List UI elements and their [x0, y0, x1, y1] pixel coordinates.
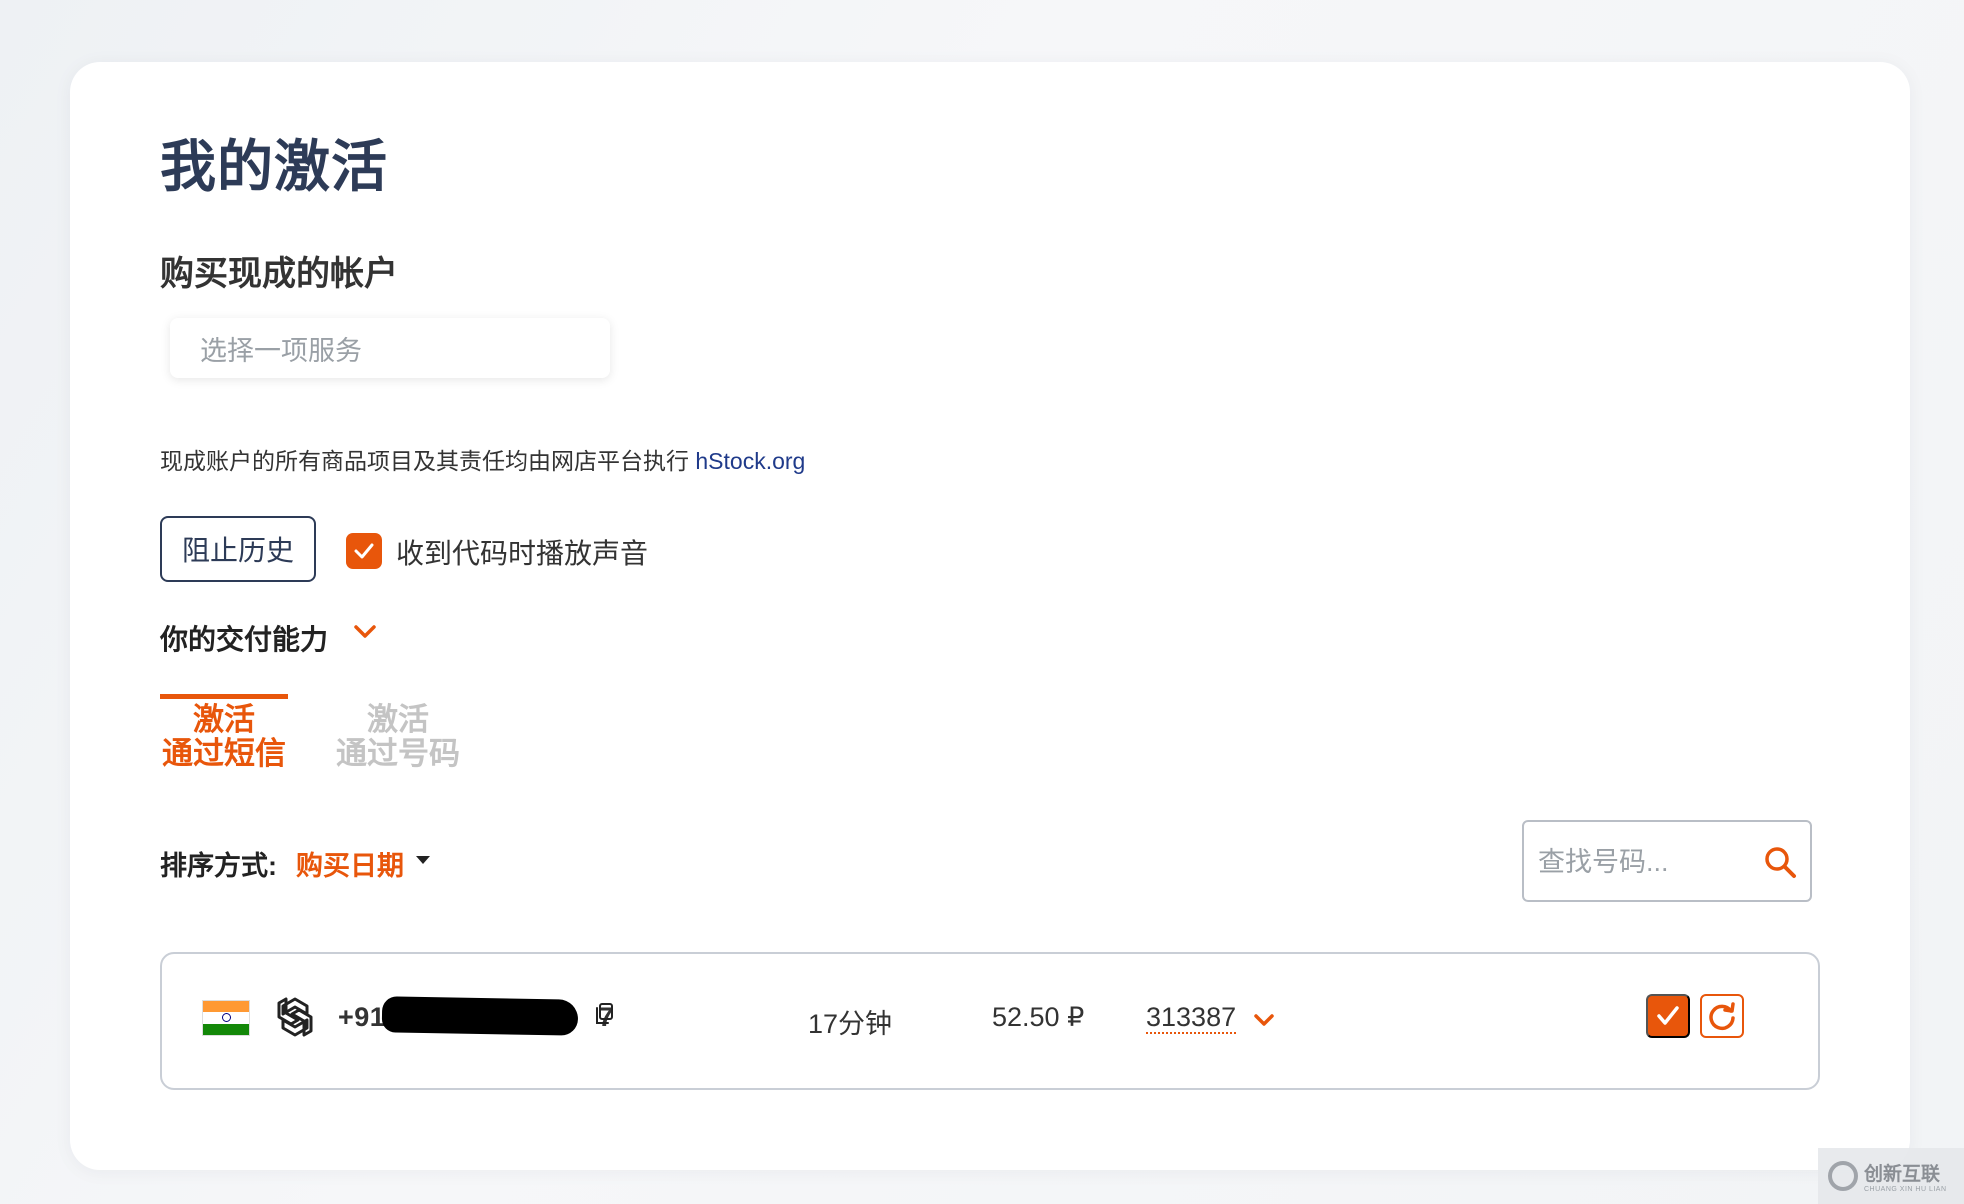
- caret-down-icon[interactable]: [416, 856, 430, 864]
- chevron-down-icon[interactable]: [350, 616, 380, 646]
- page-title: 我的激活: [160, 135, 388, 198]
- check-icon: [354, 543, 374, 559]
- refresh-icon: [1709, 1002, 1735, 1031]
- service-select-placeholder: 选择一项服务: [200, 335, 362, 366]
- service-select[interactable]: 选择一项服务: [170, 318, 610, 378]
- search-box: [1522, 820, 1812, 902]
- search-icon[interactable]: [1762, 844, 1798, 880]
- time-remaining: 17分钟: [808, 1009, 893, 1039]
- finish-activation-button[interactable]: [1646, 994, 1690, 1038]
- tab-label-line2: 通过号码: [336, 736, 460, 771]
- openai-logo-icon: [277, 997, 313, 1037]
- copy-icon[interactable]: [594, 1002, 614, 1026]
- watermark: 创新互联 CHUANG XIN HU LIAN: [1818, 1148, 1964, 1204]
- watermark-text: 创新互联: [1864, 1163, 1941, 1185]
- watermark-logo-icon: [1828, 1161, 1858, 1191]
- capacity-toggle-label[interactable]: 你的交付能力: [160, 618, 328, 658]
- tab-activation-by-number[interactable]: 激活 通过号码: [334, 703, 462, 771]
- chevron-down-icon[interactable]: [1252, 1008, 1276, 1032]
- tab-activation-by-sms[interactable]: 激活 通过短信: [160, 703, 288, 771]
- phone-redaction: [381, 996, 579, 1036]
- phone-prefix: +91: [338, 1002, 386, 1032]
- ready-accounts-title: 购买现成的帐户: [160, 255, 398, 293]
- tab-label-line1: 激活: [367, 702, 429, 737]
- request-another-sms-button[interactable]: [1700, 994, 1744, 1038]
- tab-label-line1: 激活: [193, 702, 255, 737]
- sound-checkbox[interactable]: [346, 533, 382, 569]
- activation-price: 52.50 ₽: [992, 1002, 1085, 1032]
- india-flag-icon: [202, 1000, 250, 1036]
- search-input[interactable]: [1538, 840, 1738, 884]
- hstock-link[interactable]: hStock.org: [695, 448, 805, 474]
- ready-accounts-notice: 现成账户的所有商品项目及其责任均由网店平台执行 hStock.org: [160, 442, 805, 476]
- tab-label-line2: 通过短信: [162, 736, 286, 771]
- notice-text: 现成账户的所有商品项目及其责任均由网店平台执行: [160, 448, 696, 474]
- sms-code[interactable]: 313387: [1146, 1002, 1237, 1034]
- watermark-subtext: CHUANG XIN HU LIAN: [1864, 1186, 1947, 1193]
- sound-checkbox-label[interactable]: 收到代码时播放声音: [396, 532, 648, 572]
- block-history-button[interactable]: 阻止历史: [160, 516, 316, 582]
- check-icon: [1657, 1006, 1679, 1025]
- activation-row: +91 7 17分钟 52.50 ₽ 313387: [160, 952, 1820, 1090]
- sort-label: 排序方式:: [160, 851, 277, 881]
- activations-card: 我的激活 购买现成的帐户 选择一项服务 现成账户的所有商品项目及其责任均由网店平…: [70, 62, 1910, 1170]
- sort-dropdown[interactable]: 购买日期: [296, 844, 404, 883]
- active-tab-indicator: [160, 694, 288, 699]
